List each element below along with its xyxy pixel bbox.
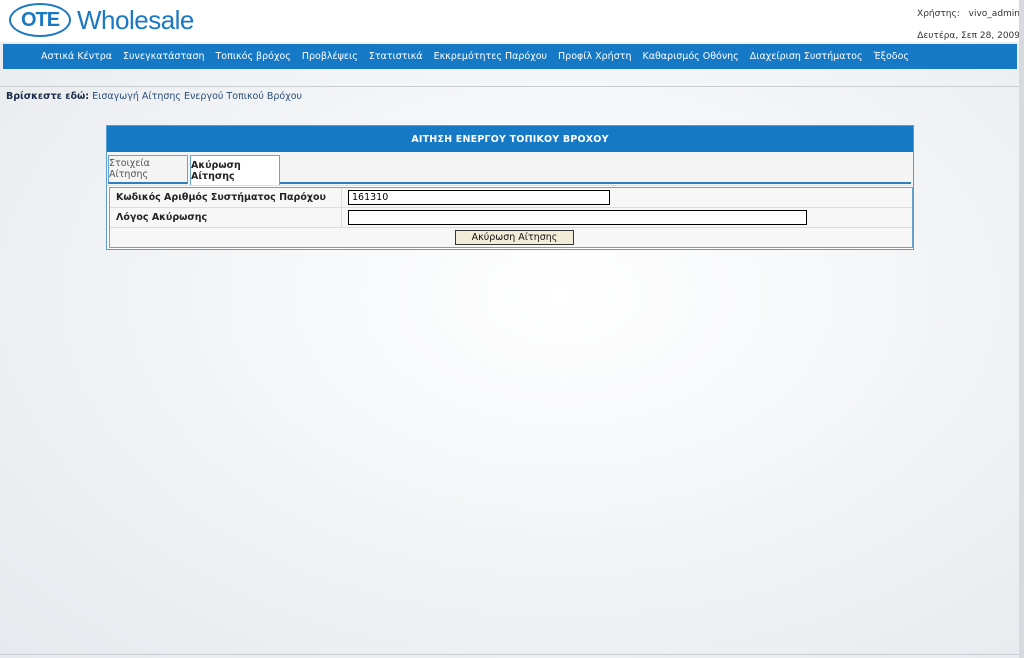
ote-logo-mark: OTE	[9, 3, 71, 37]
breadcrumb: Βρίσκεστε εδώ: Εισαγωγή Αίτησης Ενεργού …	[6, 91, 302, 102]
user-label: Χρήστης:	[917, 9, 960, 19]
form-row-system-code: Κωδικός Αριθμός Συστήματος Παρόχου	[110, 188, 912, 208]
panel-title: ΑΙΤΗΣΗ ΕΝΕΡΓΟΥ ΤΟΠΙΚΟΥ ΒΡΟΧΟΥ	[107, 126, 913, 152]
cancel-reason-label: Λόγος Ακύρωσης	[110, 208, 342, 227]
header: OTE Wholesale Χρήστης: vivo_admin Δευτέρ…	[0, 0, 1024, 42]
main-nav: Αστικά Κέντρα Συνεγκατάσταση Τοπικός βρό…	[3, 44, 1017, 69]
nav-item-clear-screen[interactable]: Καθαρισμός Οθόνης	[642, 51, 738, 62]
breadcrumb-current: Εισαγωγή Αίτησης Ενεργού Τοπικού Βρόχου	[92, 91, 303, 102]
nav-item-urban-centers[interactable]: Αστικά Κέντρα	[41, 51, 112, 62]
cancel-form: Κωδικός Αριθμός Συστήματος Παρόχου Λόγος…	[109, 187, 913, 248]
form-row-reason: Λόγος Ακύρωσης	[110, 208, 912, 228]
breadcrumb-label: Βρίσκεστε εδώ:	[6, 91, 90, 102]
system-code-input[interactable]	[348, 190, 610, 205]
system-code-label: Κωδικός Αριθμός Συστήματος Παρόχου	[110, 188, 342, 207]
request-panel: ΑΙΤΗΣΗ ΕΝΕΡΓΟΥ ΤΟΠΙΚΟΥ ΒΡΟΧΟΥ Στοιχεία Α…	[106, 125, 914, 250]
nav-item-forecasts[interactable]: Προβλέψεις	[302, 51, 358, 62]
divider	[0, 86, 1024, 87]
user-line: Χρήστης: vivo_admin	[911, 3, 1020, 25]
tab-request-details[interactable]: Στοιχεία Αίτησης	[108, 155, 188, 184]
tab-underline	[280, 182, 911, 184]
user-info: Χρήστης: vivo_admin Δευτέρα, Σεπ 28, 200…	[911, 3, 1020, 47]
footer-divider	[0, 654, 1024, 655]
nav-item-logout[interactable]: Έξοδος	[874, 51, 909, 62]
nav-item-colocation[interactable]: Συνεγκατάσταση	[123, 51, 204, 62]
username: vivo_admin	[968, 9, 1020, 19]
tab-cancel-request[interactable]: Ακύρωση Αίτησης	[190, 155, 280, 185]
cancel-reason-input[interactable]	[348, 210, 807, 225]
cancel-request-button[interactable]: Ακύρωση Αίτησης	[455, 230, 574, 245]
tab-bar: Στοιχεία Αίτησης Ακύρωση Αίτησης	[107, 152, 913, 186]
nav-item-local-loop[interactable]: Τοπικός βρόχος	[215, 51, 290, 62]
ote-wholesale-logo[interactable]: OTE Wholesale	[9, 2, 194, 38]
nav-item-provider-pending[interactable]: Εκκρεμότητες Παρόχου	[434, 51, 547, 62]
form-row-actions: Ακύρωση Αίτησης	[110, 228, 912, 247]
nav-item-user-profile[interactable]: Προφίλ Χρήστη	[558, 51, 631, 62]
window-scrollbar-edge	[1019, 0, 1024, 658]
nav-item-system-admin[interactable]: Διαχείριση Συστήματος	[750, 51, 863, 62]
nav-item-statistics[interactable]: Στατιστικά	[369, 51, 423, 62]
logo-wordmark: Wholesale	[77, 4, 194, 35]
